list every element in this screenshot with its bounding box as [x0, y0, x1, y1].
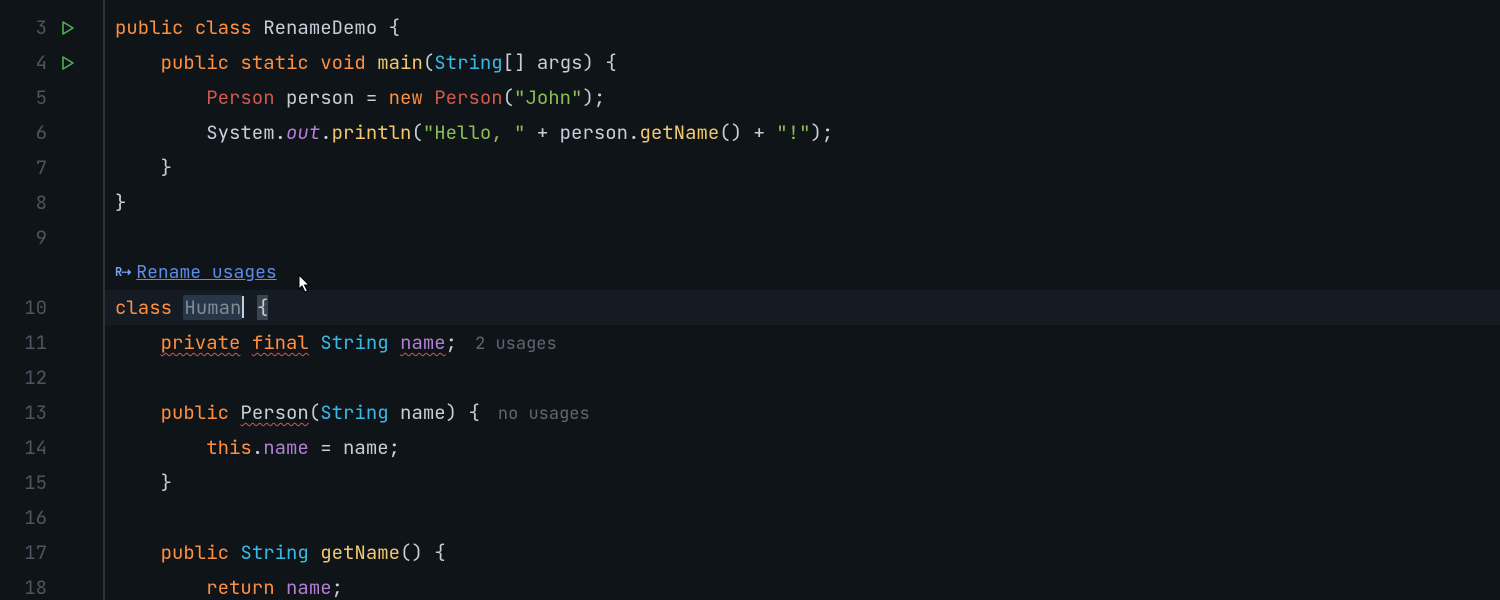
code-line[interactable]: public String getName() {: [115, 535, 1500, 570]
code-line[interactable]: System.out.println("Hello, " + person.ge…: [115, 115, 1500, 150]
code-line[interactable]: [115, 220, 1500, 255]
run-icon[interactable]: [61, 21, 75, 35]
usage-hint: no usages: [480, 403, 590, 425]
line-number: 9: [0, 220, 55, 255]
line-number: 3: [0, 10, 55, 45]
rename-input[interactable]: Human: [183, 295, 242, 320]
code-line[interactable]: [115, 500, 1500, 535]
line-number: 16: [0, 500, 55, 535]
usage-hint: 2 usages: [457, 333, 557, 355]
code-line[interactable]: public static void main(String[] args) {: [115, 45, 1500, 80]
line-number: 12: [0, 360, 55, 395]
gutter: 3 4 5 6 7 8 9 10 11 12 13 14 15 16 17 18: [0, 0, 105, 600]
line-number: 11: [0, 325, 55, 360]
code-line[interactable]: Person person = new Person("John");: [115, 80, 1500, 115]
code-line[interactable]: public class RenameDemo {: [115, 10, 1500, 45]
line-number: 17: [0, 535, 55, 570]
code-area[interactable]: public class RenameDemo { public static …: [105, 0, 1500, 600]
rename-usages-link[interactable]: Rename usages: [136, 255, 276, 290]
code-line[interactable]: this.name = name;: [115, 430, 1500, 465]
line-number: 7: [0, 150, 55, 185]
line-number: 6: [0, 115, 55, 150]
line-number: 18: [0, 570, 55, 600]
line-number: 4: [0, 45, 55, 80]
current-line-highlight: [105, 290, 1500, 325]
code-line[interactable]: }: [115, 185, 1500, 220]
code-line[interactable]: public Person(String name) {no usages: [115, 395, 1500, 430]
code-line[interactable]: }: [115, 465, 1500, 500]
line-number: 8: [0, 185, 55, 220]
line-number: 10: [0, 290, 55, 325]
code-line[interactable]: private final String name;2 usages: [115, 325, 1500, 360]
rename-hint-icon: R⇢: [115, 255, 130, 290]
line-number: 14: [0, 430, 55, 465]
code-editor[interactable]: 3 4 5 6 7 8 9 10 11 12 13 14 15 16 17 18…: [0, 0, 1500, 600]
code-line[interactable]: return name;: [115, 570, 1500, 600]
rename-usages-hint[interactable]: R⇢ Rename usages: [115, 255, 277, 290]
line-number: 5: [0, 80, 55, 115]
code-line[interactable]: [115, 360, 1500, 395]
run-icon[interactable]: [61, 56, 75, 70]
line-number: 13: [0, 395, 55, 430]
code-line[interactable]: }: [115, 150, 1500, 185]
line-number: 15: [0, 465, 55, 500]
